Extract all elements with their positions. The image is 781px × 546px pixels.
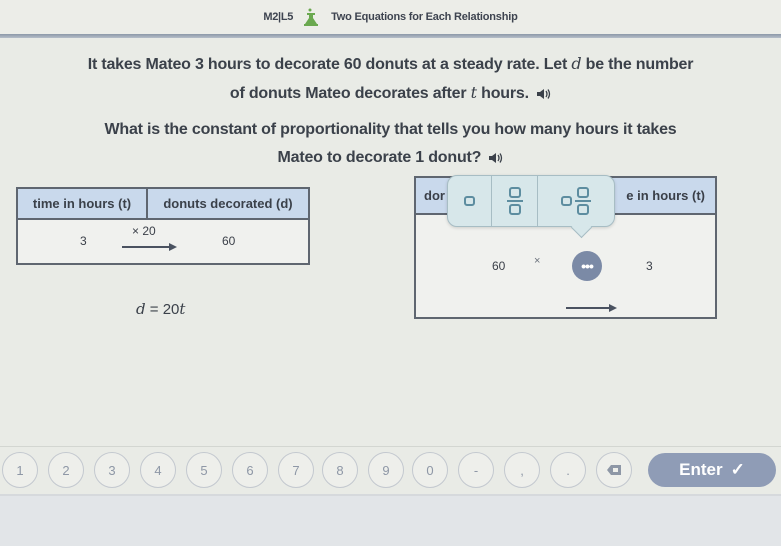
backspace-key[interactable]: [596, 452, 632, 488]
header-donuts: dor: [424, 188, 445, 203]
lesson-header: M2|L5 Two Equations for Each Relationshi…: [0, 0, 781, 34]
key-comma[interactable]: ,: [504, 452, 540, 488]
key-4[interactable]: 4: [140, 452, 176, 488]
key-negative[interactable]: -: [458, 452, 494, 488]
key-0[interactable]: 0: [412, 452, 448, 488]
key-2[interactable]: 2: [48, 452, 84, 488]
key-1[interactable]: 1: [2, 452, 38, 488]
key-9[interactable]: 9: [368, 452, 404, 488]
multiplier-label: × 20: [132, 224, 156, 238]
header-divider: [0, 34, 781, 38]
lesson-code: M2|L5: [263, 11, 294, 23]
fraction-icon: [506, 187, 523, 215]
speaker-icon[interactable]: [537, 88, 551, 100]
mixed-number-option[interactable]: [538, 176, 614, 226]
backspace-icon: [607, 463, 621, 478]
key-8[interactable]: 8: [322, 452, 358, 488]
flask-icon: [303, 8, 319, 26]
enter-label: Enter: [679, 460, 723, 479]
time-value: 3: [646, 259, 653, 273]
right-arrow-icon: [566, 304, 617, 312]
times-label: ×: [534, 255, 541, 267]
donuts-value: 60: [492, 259, 506, 273]
question-line-1: What is the constant of proportionality …: [104, 121, 677, 138]
answer-input-button[interactable]: •••: [572, 251, 602, 281]
fraction-option[interactable]: [492, 176, 538, 226]
input-format-popover: [447, 175, 615, 227]
problem-line-1: It takes Mateo 3 hours to decorate 60 do…: [87, 54, 694, 73]
right-arrow-icon: [122, 243, 177, 251]
problem-statement: It takes Mateo 3 hours to decorate 60 do…: [0, 50, 781, 108]
checkmark-icon: ✓: [730, 460, 745, 479]
box-icon: [464, 196, 475, 206]
table-row: 3 × 20 60: [18, 220, 308, 263]
header-time: e in hours (t): [626, 188, 705, 203]
whole-number-option[interactable]: [448, 176, 492, 226]
key-3[interactable]: 3: [94, 452, 130, 488]
equation: d = 20t: [136, 300, 186, 318]
lesson-title: Two Equations for Each Relationship: [331, 11, 518, 23]
mixed-number-icon: [561, 187, 591, 215]
speaker-icon[interactable]: [489, 152, 503, 164]
question: What is the constant of proportionality …: [0, 116, 781, 172]
time-value: 3: [80, 234, 87, 248]
header-time: time in hours (t): [18, 189, 148, 218]
key-6[interactable]: 6: [232, 452, 268, 488]
table-header-row: time in hours (t) donuts decorated (d): [18, 189, 308, 220]
number-keypad: 1 2 3 4 5 6 7 8 9 0 - , . Enter ✓: [0, 450, 781, 490]
question-line-2: Mateo to decorate 1 donut?: [0, 144, 781, 172]
keypad-divider: [0, 446, 781, 447]
donuts-value: 60: [222, 234, 236, 248]
footer-area: [0, 494, 781, 546]
key-decimal[interactable]: .: [550, 452, 586, 488]
problem-line-2: of donuts Mateo decorates after t hours.: [0, 79, 781, 108]
header-donuts: donuts decorated (d): [163, 196, 293, 211]
table-row: 60 × ••• 3: [416, 215, 715, 319]
key-5[interactable]: 5: [186, 452, 222, 488]
key-7[interactable]: 7: [278, 452, 314, 488]
enter-button[interactable]: Enter ✓: [648, 453, 776, 487]
ratio-table-time-to-donuts: time in hours (t) donuts decorated (d) 3…: [16, 187, 310, 265]
